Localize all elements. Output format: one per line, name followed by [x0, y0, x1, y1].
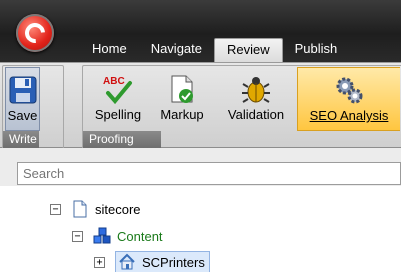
tab-home[interactable]: Home — [80, 38, 139, 62]
ribbon: Save Write ABC Spelling Markup Validatio… — [0, 62, 401, 149]
tree-node-scprinters[interactable]: + SCPrinters — [94, 251, 210, 272]
application-orb-button[interactable] — [16, 14, 54, 52]
orb-icon — [20, 18, 50, 48]
spelling-button[interactable]: ABC Spelling — [87, 67, 149, 131]
validation-label: Validation — [227, 107, 285, 122]
markup-button[interactable]: Markup — [151, 67, 213, 131]
home-icon — [119, 253, 135, 270]
write-group-label: Write — [3, 131, 39, 148]
tree-node-content[interactable]: − Content — [72, 225, 163, 247]
seo-analysis-button[interactable]: SEO Analysis — [297, 67, 400, 131]
title-bar: Home Navigate Review Publish — [0, 0, 401, 62]
collapse-icon[interactable]: − — [50, 203, 61, 215]
markup-label: Markup — [160, 107, 204, 122]
svg-text:ABC: ABC — [103, 76, 125, 87]
save-button[interactable]: Save — [5, 67, 40, 131]
content-cubes-icon — [93, 227, 111, 244]
tree-node-label: sitecore — [95, 201, 141, 217]
search-bar — [0, 148, 401, 186]
seo-gears-icon — [336, 77, 363, 104]
search-input[interactable] — [17, 162, 401, 185]
collapse-icon[interactable]: − — [72, 230, 83, 242]
tree-node-label: SCPrinters — [142, 254, 205, 270]
validation-bug-icon — [242, 77, 270, 103]
seo-analysis-label: SEO Analysis — [309, 108, 389, 123]
write-group: Save Write — [2, 65, 64, 149]
markup-document-icon — [171, 75, 193, 103]
proofing-group: ABC Spelling Markup Validation SEO Analy… — [82, 65, 401, 149]
tab-navigate[interactable]: Navigate — [139, 38, 214, 62]
tab-publish[interactable]: Publish — [283, 38, 350, 62]
spelling-label: Spelling — [94, 107, 142, 122]
selected-node-highlight: SCPrinters — [115, 251, 210, 272]
ribbon-tabs: Home Navigate Review Publish — [80, 38, 349, 62]
tree-node-label: Content — [117, 228, 163, 244]
content-tree: − sitecore − Content + SCPrinters — [0, 188, 401, 272]
tab-review[interactable]: Review — [214, 38, 283, 62]
spelling-abc-check-icon: ABC — [103, 76, 132, 105]
expand-icon[interactable]: + — [94, 256, 105, 268]
floppy-disk-icon — [9, 76, 36, 104]
application-window: Home Navigate Review Publish Save Write — [0, 0, 401, 272]
tree-node-sitecore[interactable]: − sitecore — [50, 198, 141, 220]
page-icon — [73, 200, 87, 218]
proofing-group-label: Proofing — [83, 131, 161, 148]
save-label: Save — [7, 108, 38, 123]
validation-button[interactable]: Validation — [217, 67, 295, 131]
